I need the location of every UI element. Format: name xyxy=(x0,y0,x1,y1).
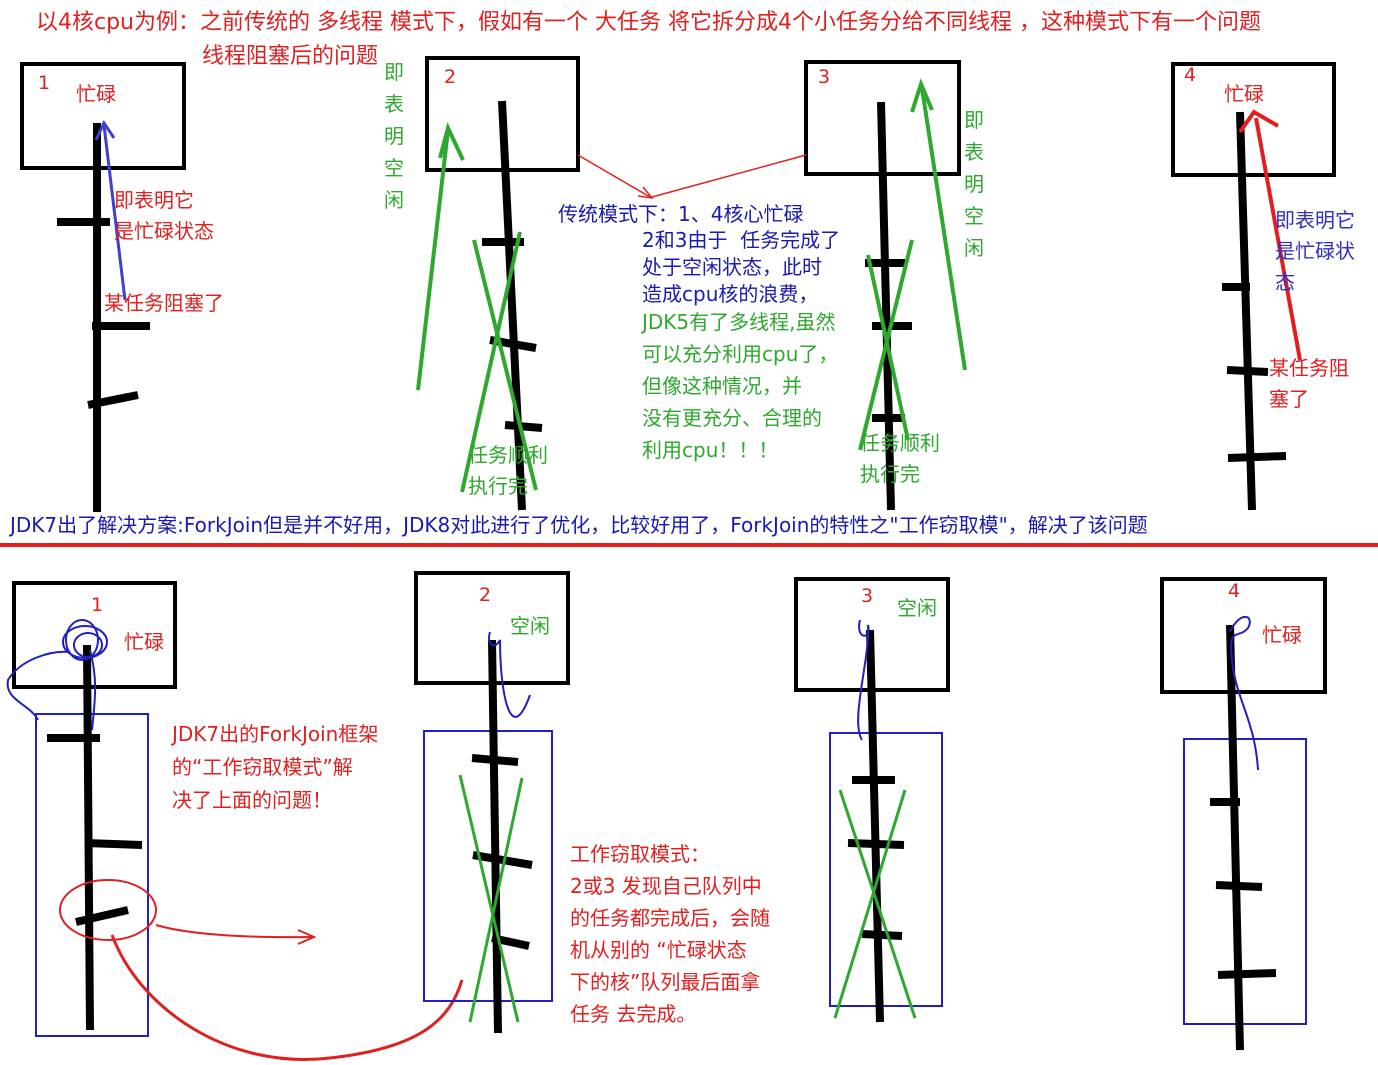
top-core-2-done-note: 任务顺利 执行完 xyxy=(468,443,548,498)
bottom-core-2 xyxy=(414,571,570,1034)
bottom-core-3-status: 空闲 xyxy=(897,596,937,620)
bottom-core-4 xyxy=(1160,577,1327,1051)
work-stealing-note: 工作窃取模式： 2或3 发现自己队列中 的任务都完成后，会随 机从别的 “忙碌状… xyxy=(570,842,770,1026)
header-line-1: 以4核cpu为例：之前传统的 多线程 模式下，假如有一个 大任务 将它拆分成4个… xyxy=(36,10,1261,35)
top-core-3-done-note: 任务顺利 执行完 xyxy=(860,431,940,486)
traditional-mode-title: 传统模式下：1、4核心忙碌 xyxy=(558,202,804,226)
top-core-2-number: 2 xyxy=(444,66,457,88)
bottom-core-3-number: 3 xyxy=(861,585,874,607)
top-core-3-idle-note: 即表明空闲 xyxy=(964,108,984,260)
header-line-2: 线程阻塞后的问题 xyxy=(202,44,379,69)
top-core-4-status: 忙碌 xyxy=(1224,82,1264,106)
bottom-core-4-number: 4 xyxy=(1228,580,1241,602)
bottom-core-1-status: 忙碌 xyxy=(124,630,164,654)
top-core-3-number: 3 xyxy=(818,66,831,88)
top-core-1-status: 忙碌 xyxy=(76,82,116,106)
bottom-core-2-status: 空闲 xyxy=(510,614,550,638)
bottom-core-2-number: 2 xyxy=(479,584,492,606)
forkjoin-note: JDK7出的ForkJoin框架 的“工作窃取模式”解 决了上面的问题！ xyxy=(172,722,379,812)
top-core-1 xyxy=(20,62,186,512)
traditional-mode-body: 2和3由于 任务完成了 处于空闲状态，此时 造成cpu核的浪费， xyxy=(642,228,841,306)
top-core-1-busy-note: 即表明它 是忙碌状态 xyxy=(114,188,214,243)
top-core-4-number: 4 xyxy=(1184,64,1197,86)
diagram-canvas: 以4核cpu为例：之前传统的 多线程 模式下，假如有一个 大任务 将它拆分成4个… xyxy=(0,0,1378,1065)
top-core-4-blocked-note: 某任务阻 塞了 xyxy=(1269,356,1349,411)
top-core-2-idle-note: 即表明空闲 xyxy=(384,60,404,212)
traditional-mode-jdk5-note: JDK5有了多线程,虽然 可以充分利用cpu了， 但像这种情况，并 没有更充分、… xyxy=(642,310,839,462)
top-core-1-number: 1 xyxy=(38,72,51,94)
top-core-4-busy-note: 即表明它 是忙碌状 态 xyxy=(1275,208,1355,294)
bottom-core-1 xyxy=(6,581,464,1061)
jdk7-solution-caption: JDK7出了解决方案:ForkJoin但是并不好用，JDK8对此进行了优化，比较… xyxy=(10,513,1148,537)
bottom-core-1-number: 1 xyxy=(91,594,104,616)
bottom-core-3 xyxy=(794,577,950,1023)
bottom-core-4-status: 忙碌 xyxy=(1262,623,1302,647)
top-core-1-blocked-note: 某任务阻塞了 xyxy=(104,291,224,315)
